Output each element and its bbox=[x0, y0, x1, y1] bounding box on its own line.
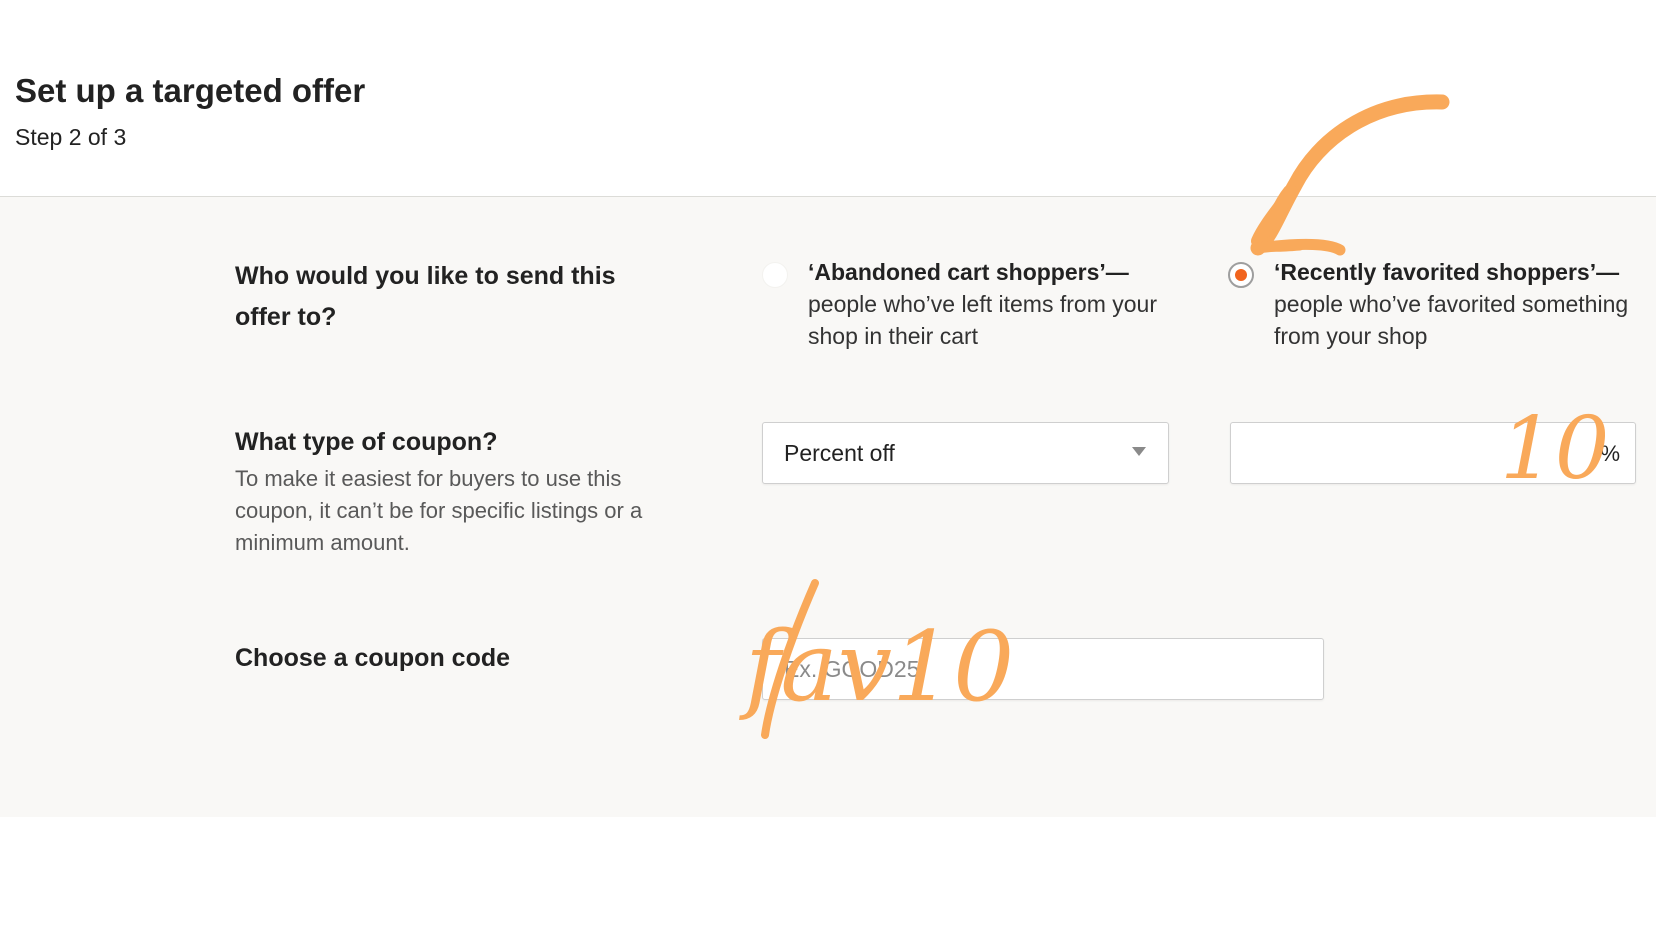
step-indicator: Step 2 of 3 bbox=[15, 124, 127, 150]
radio-button-unchecked[interactable] bbox=[762, 262, 788, 288]
coupon-type-selected-value: Percent off bbox=[784, 440, 895, 466]
radio-button-checked[interactable] bbox=[1228, 262, 1254, 288]
page: Set up a targeted offer Step 2 of 3 Who … bbox=[0, 0, 1656, 931]
discount-amount-input[interactable] bbox=[1232, 424, 1572, 482]
page-title: Set up a targeted offer bbox=[15, 72, 366, 109]
coupon-type-select[interactable]: Percent off bbox=[762, 422, 1169, 484]
radio-option-label: ‘Abandoned cart shoppers’— people who’ve… bbox=[808, 256, 1188, 352]
percent-suffix: % bbox=[1600, 441, 1620, 466]
radio-option-label: ‘Recently favorited shoppers’— people wh… bbox=[1274, 256, 1654, 352]
page-header: Set up a targeted offer Step 2 of 3 bbox=[0, 0, 1656, 197]
discount-amount-field[interactable]: % bbox=[1230, 422, 1636, 484]
coupon-type-helper-text: To make it easiest for buyers to use thi… bbox=[235, 466, 643, 555]
audience-question: Who would you like to send this offer to… bbox=[235, 262, 616, 331]
coupon-code-input[interactable] bbox=[762, 638, 1324, 700]
radio-option-title: ‘Recently favorited shoppers’— bbox=[1274, 259, 1620, 285]
radio-option-description: people who’ve favorited something from y… bbox=[1274, 291, 1629, 349]
chevron-down-icon bbox=[1132, 447, 1146, 456]
coupon-code-question: Choose a coupon code bbox=[235, 644, 511, 672]
radio-option-title: ‘Abandoned cart shoppers’— bbox=[808, 259, 1129, 285]
radio-option-description: people who’ve left items from your shop … bbox=[808, 291, 1157, 349]
coupon-type-question: What type of coupon? bbox=[235, 428, 498, 456]
